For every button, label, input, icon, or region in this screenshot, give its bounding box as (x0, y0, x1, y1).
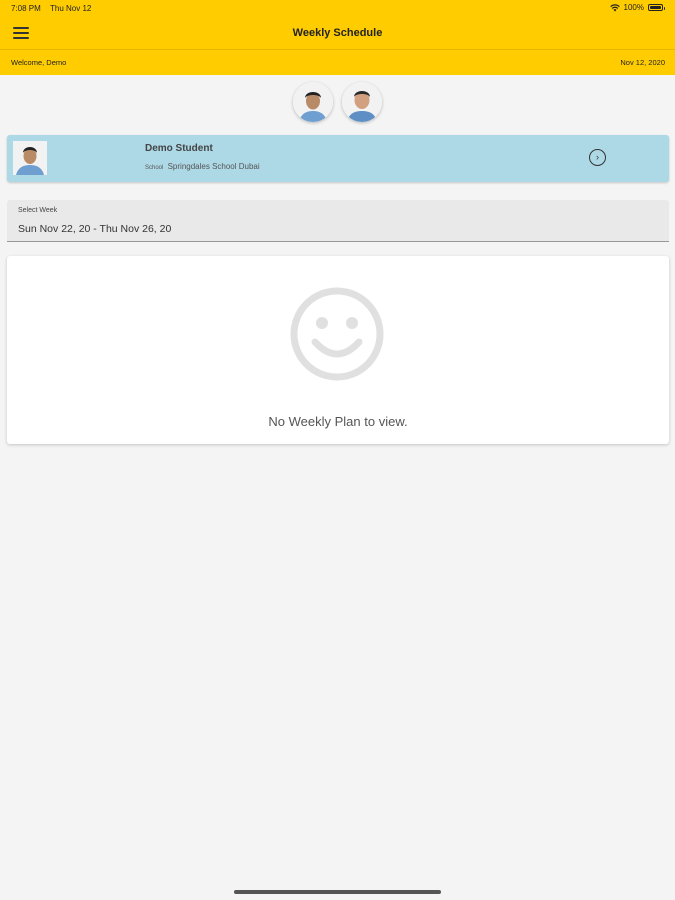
parent-avatar[interactable] (342, 82, 382, 122)
parent-photo-icon (342, 82, 382, 122)
wifi-icon (609, 3, 620, 11)
battery-percent: 100% (623, 3, 644, 12)
page-title: Weekly Schedule (292, 27, 383, 39)
empty-state-card: No Weekly Plan to view. (7, 256, 669, 444)
school-name: Springdales School Dubai (167, 162, 260, 171)
current-date: Nov 12, 2020 (620, 58, 665, 67)
status-date: Thu Nov 12 (50, 4, 92, 13)
status-bar: 7:08 PM Thu Nov 12 100% (0, 0, 675, 17)
week-select-value: Sun Nov 22, 20 - Thu Nov 26, 20 (18, 223, 172, 235)
student-photo-icon (293, 82, 333, 122)
student-name: Demo Student (145, 143, 213, 154)
student-photo (13, 141, 47, 175)
school-row: School Springdales School Dubai (145, 162, 260, 171)
school-label: School (145, 165, 164, 171)
battery-icon (648, 4, 665, 11)
avatar-strip (0, 82, 675, 122)
week-select-label: Select Week (18, 207, 58, 214)
status-time: 7:08 PM (11, 4, 41, 13)
app-header: 7:08 PM Thu Nov 12 100% Weekly Schedule … (0, 0, 675, 75)
smiley-icon (290, 287, 384, 381)
student-card[interactable]: Demo Student School Springdales School D… (7, 135, 669, 182)
home-indicator[interactable] (234, 890, 441, 894)
student-avatar[interactable] (293, 82, 333, 122)
student-photo-icon (13, 141, 47, 175)
empty-state-message: No Weekly Plan to view. (268, 414, 408, 429)
chevron-right-icon[interactable]: › (589, 149, 606, 166)
header-divider (0, 49, 675, 50)
week-selector[interactable]: Select Week Sun Nov 22, 20 - Thu Nov 26,… (7, 200, 669, 242)
welcome-text: Welcome, Demo (11, 58, 67, 67)
status-right: 100% (609, 3, 665, 12)
